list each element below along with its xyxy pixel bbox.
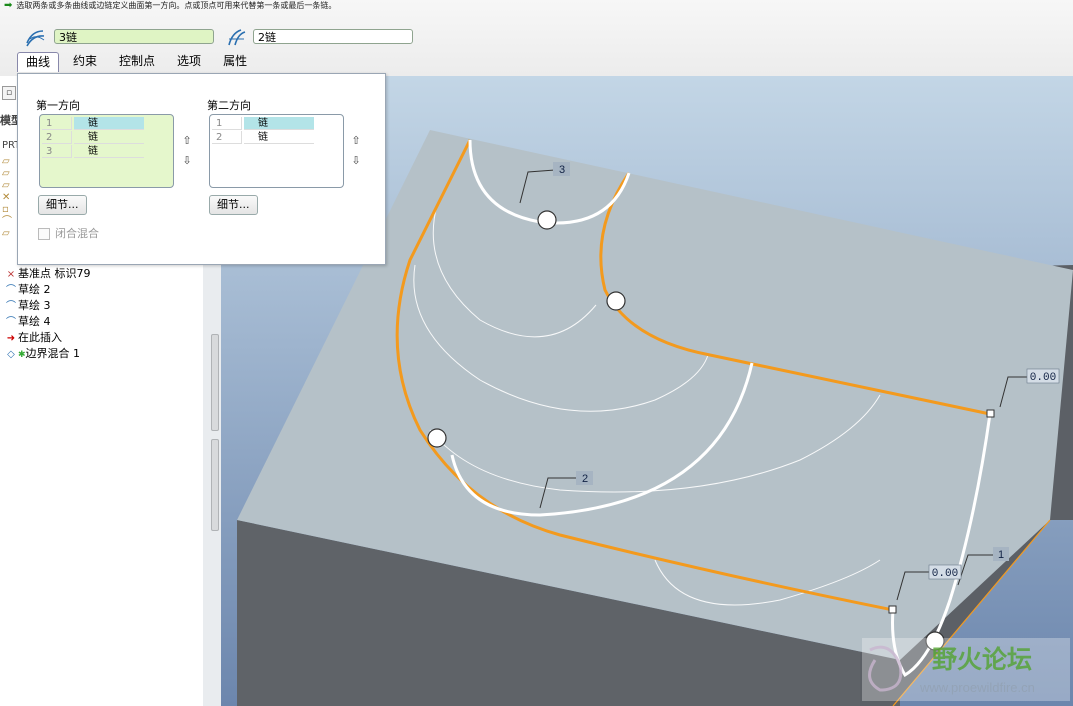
second-direction-list[interactable]: 1 链 2 链 [209, 114, 344, 188]
value-b-label[interactable]: 0.00 [932, 568, 958, 580]
value-a-label[interactable]: 0.00 [1030, 372, 1056, 384]
dashboard-bar: ➡ 选取两条或多条曲线或边链定义曲面第一方向。点或顶点可用来代替第一条或最后一条链… [0, 0, 1073, 77]
tab-constraints[interactable]: 约束 [65, 52, 105, 71]
boundary-blend-icon: ◇ [7, 349, 15, 360]
sketch-icon: ⌒ [6, 301, 16, 312]
watermark-url: www.proewildfire.cn [919, 680, 1035, 695]
tree-item-sketch-3[interactable]: ⌒ 草绘 3 [4, 298, 51, 313]
message-text: 选取两条或多条曲线或边链定义曲面第一方向。点或顶点可用来代替第一条或最后一条链。 [16, 1, 337, 10]
sketch-icon: ⌒ [6, 317, 16, 328]
message-line: ➡ 选取两条或多条曲线或边链定义曲面第一方向。点或顶点可用来代替第一条或最后一条链… [4, 0, 336, 12]
tree-item-boundary-blend[interactable]: ◇ ✱边界混合 1 [4, 346, 80, 361]
tree-item-sketch-2[interactable]: ⌒ 草绘 2 [4, 282, 51, 297]
boundary-first-direction-icon[interactable] [24, 27, 46, 47]
tab-options[interactable]: 选项 [169, 52, 209, 71]
checkbox-box[interactable] [38, 228, 50, 240]
list-item[interactable]: 2 链 [42, 131, 144, 144]
list-item[interactable]: 1 链 [212, 117, 314, 130]
second-direction-collector[interactable]: 2链 [253, 29, 413, 44]
tree-toolbar-icon[interactable]: ▫ [2, 86, 16, 100]
closed-blend-checkbox[interactable]: 闭合混合 [38, 225, 99, 241]
datum-plane-icons: ▱ ▱ ▱ ✕ ▫ ⌒ ▱ [2, 156, 12, 239]
watermark-title: 野火论坛 [932, 645, 1032, 674]
splitter-handle-top[interactable] [211, 334, 219, 431]
watermark: 野火论坛 www.proewildfire.cn [862, 638, 1070, 701]
tree-item-insert-here[interactable]: ➜ 在此插入 [4, 330, 62, 345]
first-direction-collector[interactable]: 3链 [54, 29, 214, 44]
corner-handle-b[interactable] [888, 605, 897, 614]
datum-point-icon: × [6, 269, 16, 280]
chain-1-label[interactable]: 1 [998, 549, 1004, 561]
tree-item-sketch-4[interactable]: ⌒ 草绘 4 [4, 314, 51, 329]
splitter-handle-bottom[interactable] [211, 439, 219, 531]
insert-here-arrow-icon: ➜ [6, 333, 16, 344]
tab-curves[interactable]: 曲线 [17, 52, 60, 72]
first-direction-title: 第一方向 [36, 99, 80, 112]
corner-handle-a[interactable] [986, 409, 995, 418]
list-item[interactable]: 3 链 [42, 145, 144, 158]
list-item[interactable]: 1 链 [42, 117, 144, 130]
move-down-arrow-icon[interactable]: ⇩ [181, 155, 193, 167]
tree-item-datum-point[interactable]: × 基准点 标识79 [4, 266, 91, 281]
dashboard-tabs: 曲线 约束 控制点 选项 属性 [17, 52, 261, 72]
sketch-icon: ⌒ [6, 285, 16, 296]
tab-properties[interactable]: 属性 [215, 52, 255, 71]
first-direction-details-button[interactable]: 细节... [38, 195, 87, 215]
chain-3-label[interactable]: 3 [559, 164, 565, 176]
boundary-second-direction-icon[interactable] [225, 27, 247, 47]
move-up-arrow-icon[interactable]: ⇧ [350, 135, 362, 147]
list-item[interactable]: 2 链 [212, 131, 314, 144]
move-up-arrow-icon[interactable]: ⇧ [181, 135, 193, 147]
move-down-arrow-icon[interactable]: ⇩ [350, 155, 362, 167]
prompt-arrow-icon: ➡ [4, 0, 13, 11]
first-direction-list[interactable]: 1 链 2 链 3 链 [39, 114, 174, 188]
curves-panel: 第一方向 1 链 2 链 3 链 ⇧ ⇩ 细节... 第二方向 1 链 2 链 … [17, 73, 386, 265]
chain-2-label[interactable]: 2 [582, 473, 588, 485]
second-direction-title: 第二方向 [207, 99, 251, 112]
tab-control-points[interactable]: 控制点 [111, 52, 163, 71]
second-direction-details-button[interactable]: 细节... [209, 195, 258, 215]
new-feature-marker-icon: ✱ [18, 350, 26, 360]
